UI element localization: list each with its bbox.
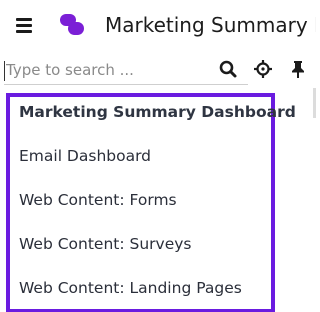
app-window: Marketing Summary Dashboard Marketing Su… (0, 0, 316, 312)
hamburger-menu-icon[interactable] (16, 18, 32, 33)
scrollbar-edge (313, 88, 316, 118)
locate-crosshair-icon[interactable] (253, 59, 273, 79)
search-input[interactable] (4, 57, 206, 83)
menu-item-email-dashboard[interactable]: Email Dashboard (19, 142, 151, 170)
search-underline (4, 84, 248, 85)
menu-item-web-content-forms[interactable]: Web Content: Forms (19, 186, 177, 214)
app-logo-icon (59, 12, 87, 38)
page-title: Marketing Summary Dashboard (105, 13, 316, 37)
text-caret (4, 61, 5, 81)
menu-item-marketing-summary-dashboard[interactable]: Marketing Summary Dashboard (19, 98, 296, 126)
pin-icon[interactable] (288, 59, 308, 79)
menu-item-web-content-surveys[interactable]: Web Content: Surveys (19, 230, 192, 258)
header-bar: Marketing Summary Dashboard (0, 0, 316, 50)
dashboard-menu: Marketing Summary Dashboard Email Dashbo… (6, 93, 296, 312)
search-icon[interactable] (218, 59, 238, 79)
menu-item-web-content-landing-pages[interactable]: Web Content: Landing Pages (19, 274, 242, 302)
